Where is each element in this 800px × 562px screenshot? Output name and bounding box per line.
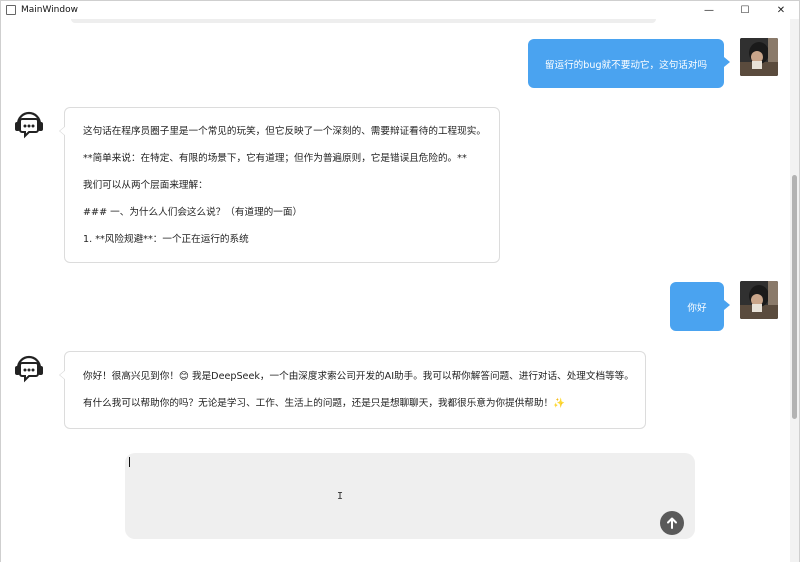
assistant-message-bubble: 你好！很高兴见到你！😊 我是DeepSeek，一个由深度求索公司开发的AI助手。… (59, 351, 646, 429)
message-input[interactable]: I (125, 453, 695, 539)
chat-area: 留运行的bug就不要动它，这句话对吗 这句话在程序员圈子里是一个常见的玩笑，但它… (1, 19, 791, 562)
user-message-bubble: 留运行的bug就不要动它，这句话对吗 (528, 39, 730, 88)
text-caret (129, 457, 130, 467)
assistant-message-line: 有什么我可以帮助你的吗？无论是学习、工作、生活上的问题，还是只是想聊聊天，我都很… (83, 398, 566, 409)
user-avatar-image (740, 281, 778, 319)
user-message-text: 留运行的bug就不要动它，这句话对吗 (544, 59, 708, 71)
assistant-avatar (13, 107, 45, 141)
arrow-up-icon (667, 517, 677, 529)
minimize-button[interactable]: — (691, 1, 727, 19)
headset-chat-icon (15, 355, 43, 383)
user-avatar (740, 38, 778, 76)
scrollbar-thumb[interactable] (792, 175, 797, 419)
i-beam-cursor-icon: I (337, 491, 344, 502)
previous-message-edge (71, 19, 656, 23)
window-controls: — ☐ ✕ (691, 1, 799, 19)
headset-chat-icon (15, 111, 43, 139)
user-avatar-image (740, 38, 778, 76)
send-button[interactable] (660, 511, 684, 535)
assistant-message-line: 你好！很高兴见到你！😊 我是DeepSeek，一个由深度求索公司开发的AI助手。… (83, 371, 634, 382)
user-message-text: 你好 (687, 302, 707, 314)
assistant-message-line: ### 一、为什么人们会这么说？（有道理的一面） (83, 207, 303, 218)
assistant-message-line: 这句话在程序员圈子里是一个常见的玩笑，但它反映了一个深刻的、需要辩证看待的工程现… (83, 126, 486, 137)
assistant-message-line: 我们可以从两个层面来理解： (83, 180, 208, 191)
maximize-button[interactable]: ☐ (727, 1, 763, 19)
assistant-avatar (13, 351, 45, 385)
app-icon (6, 5, 16, 15)
vertical-scrollbar[interactable] (790, 19, 799, 562)
main-window: MainWindow — ☐ ✕ 留运行的bug就不要动它，这句话对吗 这句话在… (0, 0, 800, 562)
window-title: MainWindow (21, 5, 78, 15)
user-avatar (740, 281, 778, 319)
assistant-message-bubble: 这句话在程序员圈子里是一个常见的玩笑，但它反映了一个深刻的、需要辩证看待的工程现… (59, 107, 500, 263)
close-button[interactable]: ✕ (763, 1, 799, 19)
assistant-message-line: **简单来说：在特定、有限的场景下，它有道理；但作为普遍原则，它是错误且危险的。… (83, 153, 467, 164)
title-bar: MainWindow — ☐ ✕ (1, 1, 799, 19)
assistant-message-line: 1. **风险规避**：一个正在运行的系统 (83, 234, 249, 245)
user-message-bubble: 你好 (670, 282, 730, 331)
